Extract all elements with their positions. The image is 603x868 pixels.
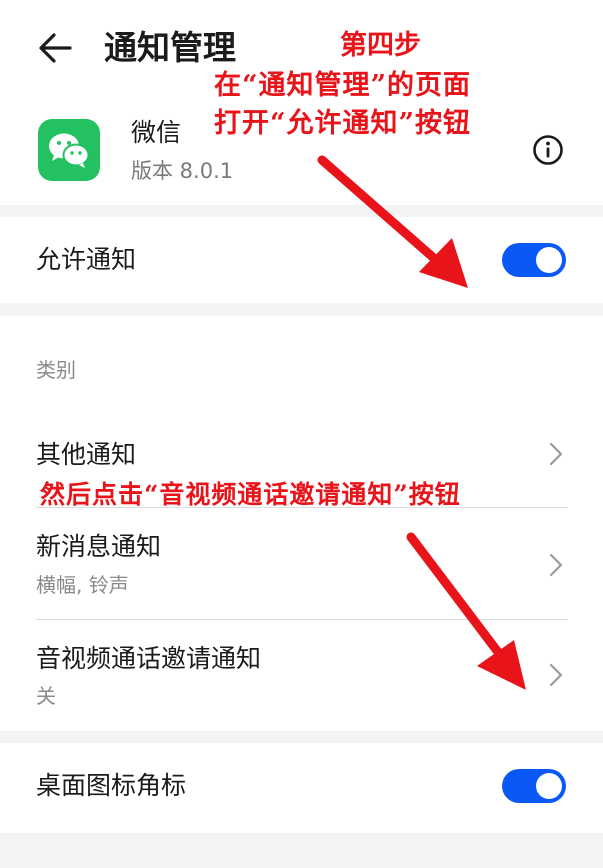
list-item-sub: 横幅, 铃声	[36, 573, 129, 597]
app-name: 微信	[131, 118, 182, 147]
desktop-badge-label: 桌面图标角标	[36, 771, 187, 800]
allow-notification-card: 允许通知	[0, 217, 603, 303]
toggle-knob	[536, 773, 562, 799]
app-version: 版本 8.0.1	[131, 159, 234, 183]
annotation-line-1: 在“通知管理”的页面	[214, 70, 472, 101]
chevron-right-icon	[549, 442, 563, 466]
wechat-icon	[38, 119, 100, 181]
list-item-label: 音视频通话邀请通知	[36, 644, 262, 673]
back-arrow-icon[interactable]	[34, 26, 78, 70]
desktop-badge-toggle[interactable]	[502, 769, 566, 803]
desktop-badge-card: 桌面图标角标	[0, 743, 603, 833]
chevron-right-icon	[549, 553, 563, 577]
allow-notification-label: 允许通知	[36, 245, 137, 274]
annotation-line-2: 打开“允许通知”按钮	[214, 108, 472, 139]
list-item-sub: 关	[36, 684, 56, 708]
annotation-step: 第四步	[340, 30, 421, 61]
list-item-label: 其他通知	[36, 440, 137, 469]
divider	[36, 619, 568, 620]
chevron-right-icon	[549, 663, 563, 687]
allow-notification-toggle[interactable]	[502, 243, 566, 277]
list-item-label: 新消息通知	[36, 532, 162, 561]
section-label-categories: 类别	[36, 358, 76, 382]
toggle-knob	[536, 247, 562, 273]
info-icon[interactable]	[532, 134, 564, 166]
annotation-line-3: 然后点击“音视频通话邀请通知”按钮	[40, 480, 461, 509]
categories-card: 类别 其他通知 新消息通知 横幅, 铃声 音视频通话邀请通知 关	[0, 316, 603, 731]
page-title: 通知管理	[104, 28, 236, 67]
